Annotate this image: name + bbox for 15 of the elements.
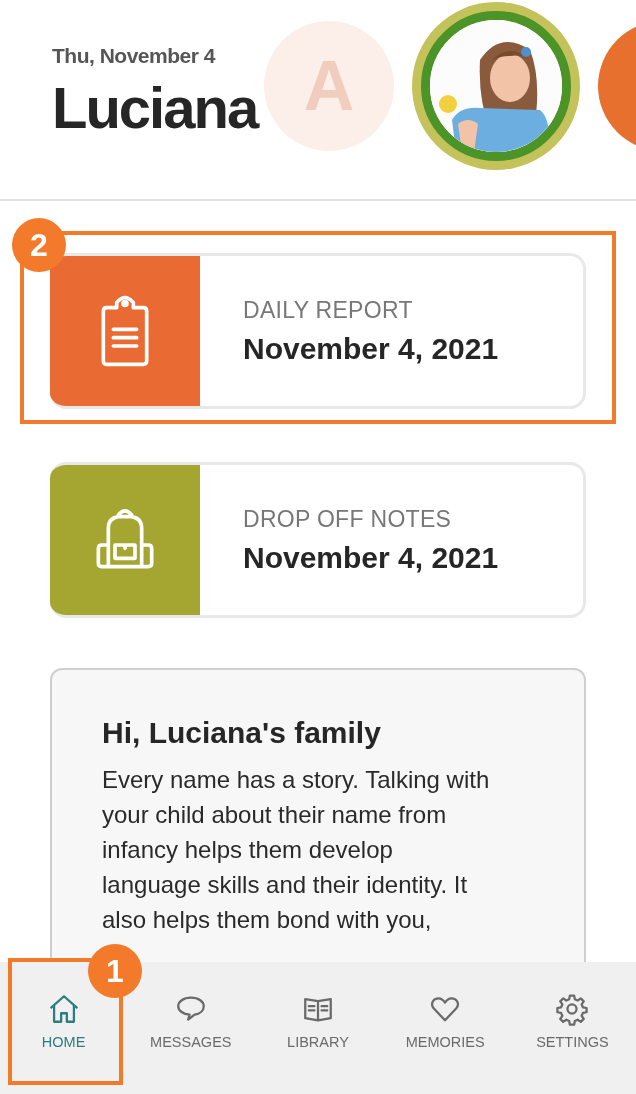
nav-tab[interactable]: MEMORIES <box>381 962 509 1094</box>
card-date: November 4, 2021 <box>243 540 499 575</box>
date-label: Thu, November 4 <box>52 44 217 68</box>
settings-icon <box>555 992 590 1026</box>
nav-tab[interactable]: SETTINGS <box>508 962 636 1094</box>
message-title: Hi, Luciana's family <box>102 716 382 750</box>
nav-tab[interactable]: LIBRARY <box>254 962 382 1094</box>
card-label: DROP OFF NOTES <box>243 505 453 533</box>
card-date: November 4, 2021 <box>243 331 499 366</box>
step-badge: 2 <box>12 218 66 272</box>
child-name: Luciana <box>52 74 260 141</box>
report-card[interactable]: DROP OFF NOTES November 4, 2021 <box>50 462 586 618</box>
report-card[interactable]: DAILY REPORT November 4, 2021 <box>50 253 586 409</box>
card-label: DAILY REPORT <box>243 296 414 324</box>
message-text: Every name has a story. Talking with your child about their name from infancy helps them develop language skills and their identity. It also helps them bond with you, <box>102 765 490 935</box>
